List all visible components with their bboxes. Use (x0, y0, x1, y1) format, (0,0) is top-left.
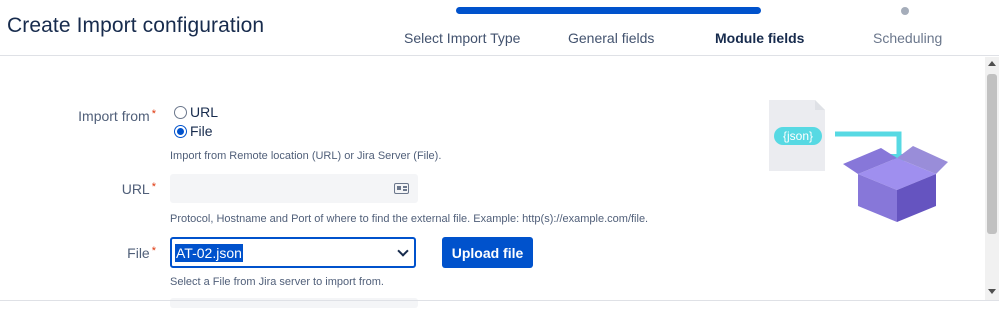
required-mark: * (151, 108, 156, 120)
step-scheduling[interactable]: Scheduling (873, 30, 942, 46)
step-module-fields[interactable]: Module fields (715, 30, 804, 46)
file-select[interactable]: AT-02.json (170, 237, 416, 268)
file-help: Select a File from Jira server to import… (170, 276, 384, 288)
url-help: Protocol, Hostname and Port of where to … (170, 213, 649, 225)
required-mark: * (151, 245, 156, 257)
scroll-up-icon[interactable] (988, 61, 996, 66)
file-select-value[interactable]: AT-02.json (175, 243, 243, 262)
scroll-thumb[interactable] (987, 74, 997, 234)
import-from-label: Import from * (36, 108, 156, 124)
chevron-down-icon[interactable] (397, 245, 409, 257)
radio-url[interactable]: URL (174, 104, 218, 120)
scrollbar[interactable] (985, 57, 999, 301)
json-badge-text: {json} (783, 129, 813, 143)
url-label-text: URL (121, 181, 150, 197)
required-mark: * (151, 181, 156, 193)
step-select-import-type[interactable]: Select Import Type (404, 30, 520, 46)
radio-file-circle[interactable] (174, 124, 187, 138)
radio-file-label[interactable]: File (190, 123, 213, 139)
header: Create Import configuration Select Impor… (0, 0, 999, 56)
progress-bar (456, 7, 761, 14)
radio-url-circle[interactable] (174, 105, 187, 119)
page-title: Create Import configuration (7, 14, 265, 37)
file-label-text: File (127, 245, 150, 261)
scroll-down-icon[interactable] (988, 289, 996, 294)
upload-file-button[interactable]: Upload file (442, 237, 533, 268)
step-general-fields[interactable]: General fields (568, 30, 654, 46)
import-from-label-text: Import from (78, 108, 150, 124)
file-label: File * (36, 245, 156, 261)
radio-url-label[interactable]: URL (190, 104, 218, 120)
json-import-illustration: {json} (769, 100, 948, 222)
url-label: URL * (36, 181, 156, 197)
url-input[interactable] (170, 174, 418, 203)
id-card-icon (394, 183, 409, 194)
progress-step-dot (901, 7, 909, 15)
radio-file[interactable]: File (174, 123, 213, 139)
divider (0, 300, 999, 301)
arrow-line (835, 131, 902, 156)
import-from-help: Import from Remote location (URL) or Jir… (170, 150, 442, 162)
document-fold (815, 100, 825, 110)
